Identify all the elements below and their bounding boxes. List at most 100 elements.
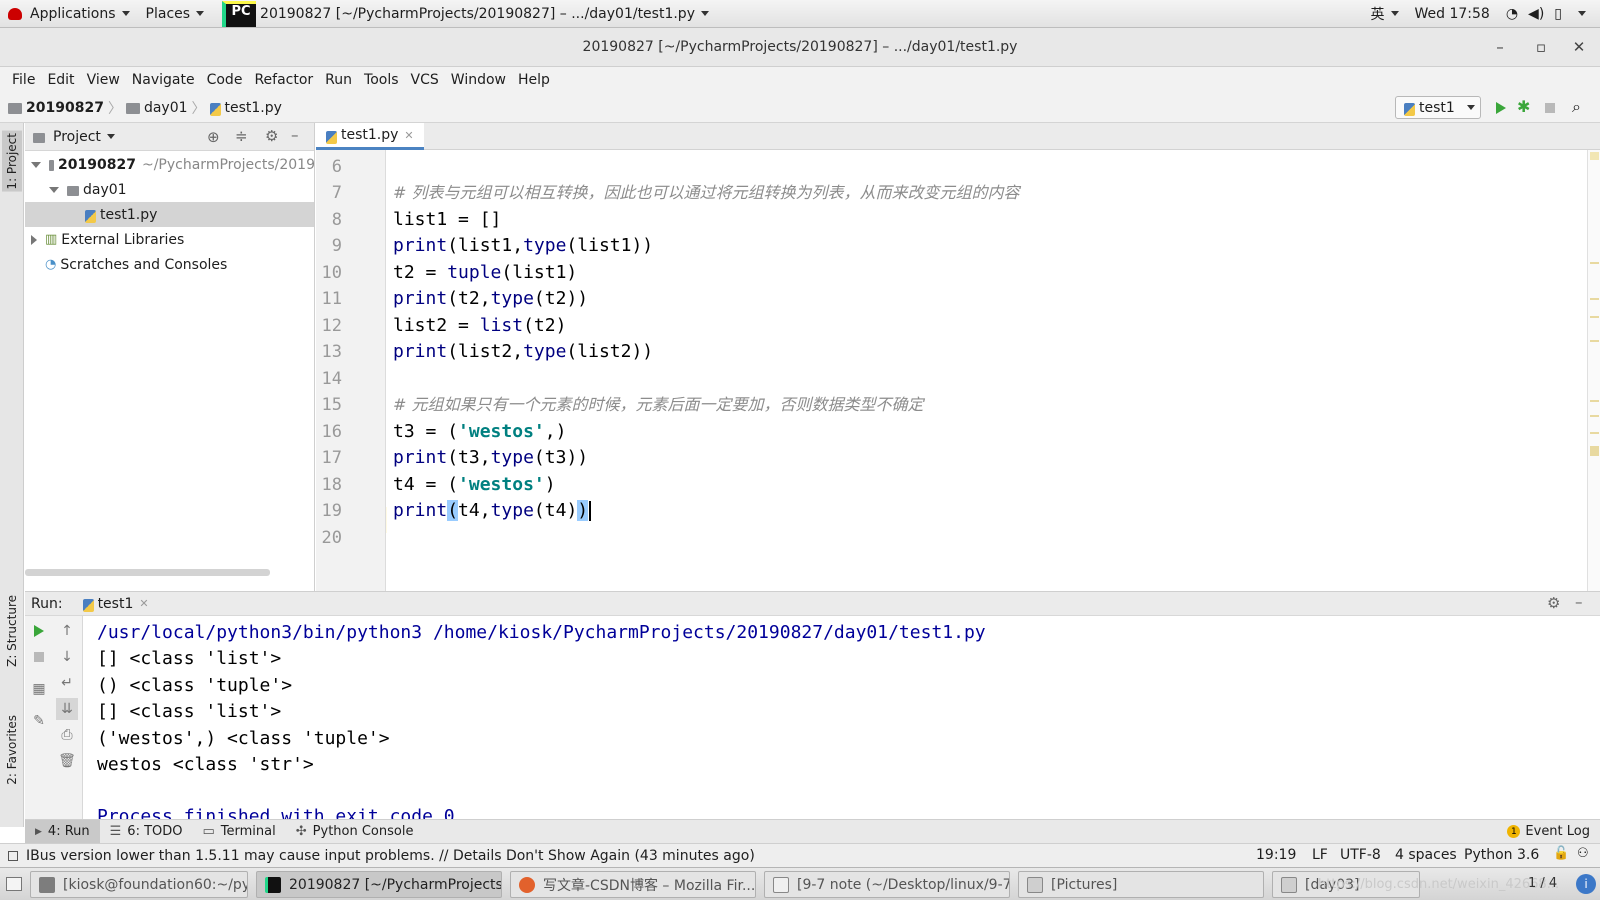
menu-file[interactable]: File xyxy=(6,72,41,88)
show-desktop-icon[interactable] xyxy=(6,877,22,891)
caret-position[interactable]: 19:19 xyxy=(1256,847,1296,863)
task-firefox[interactable]: 写文章-CSDN博客 – Mozilla Fir... xyxy=(510,871,756,898)
tool-tab-label: Event Log xyxy=(1525,824,1590,839)
search-icon: ⌕ xyxy=(1572,97,1581,116)
tree-item-external-libraries[interactable]: ▥ External Libraries xyxy=(25,227,314,252)
menu-vcs[interactable]: VCS xyxy=(405,72,445,88)
line-separator[interactable]: LF xyxy=(1312,847,1328,863)
tree-item-day01[interactable]: day01 xyxy=(25,177,314,202)
breadcrumb-project[interactable]: 20190827 xyxy=(26,100,104,116)
workspace-indicator[interactable]: 1 / 4 xyxy=(1528,876,1557,891)
menu-tools[interactable]: Tools xyxy=(358,72,405,88)
tool-tab-label: 6: TODO xyxy=(127,824,183,839)
code-text: t2 = tuple(list1) xyxy=(393,262,577,283)
maximize-button[interactable]: ▫ xyxy=(1530,36,1552,58)
builtin-token: print xyxy=(393,447,448,468)
breadcrumb-folder[interactable]: day01 xyxy=(144,100,188,116)
menu-navigate[interactable]: Navigate xyxy=(126,72,201,88)
breadcrumb-file[interactable]: test1.py xyxy=(225,100,282,116)
menu-edit[interactable]: Edit xyxy=(41,72,80,88)
gear-icon[interactable]: ⚙ xyxy=(1547,594,1560,612)
stop-button[interactable] xyxy=(1545,103,1555,113)
menu-window[interactable]: Window xyxy=(445,72,512,88)
menu-refactor[interactable]: Refactor xyxy=(248,72,319,88)
menu-run[interactable]: Run xyxy=(319,72,358,88)
project-view-select[interactable]: Project xyxy=(53,129,101,145)
tool-window-favorites[interactable]: 2: Favorites xyxy=(2,713,22,787)
code-token: ( xyxy=(566,341,578,362)
tool-tab-event-log[interactable]: 1 Event Log xyxy=(1497,820,1600,844)
tree-item-test1[interactable]: test1.py xyxy=(25,202,314,227)
layout-icon[interactable]: ▦ xyxy=(28,678,50,700)
code-line-11: print(t2,type(t2)) xyxy=(393,286,588,312)
window-title-bar: 20190827 [~/PycharmProjects/20190827] – … xyxy=(0,28,1600,67)
scroll-to-end-icon[interactable]: ⇊ xyxy=(56,698,78,720)
tool-tab-todo[interactable]: ☰ 6: TODO xyxy=(100,820,193,844)
close-button[interactable]: ✕ xyxy=(1568,36,1590,58)
tool-tab-run[interactable]: ▶ 4: Run xyxy=(25,819,100,844)
comment-text: # 列表与元组可以相互转换，因此也可以通过将元组转换为列表，从而来改变元组的内容 xyxy=(393,183,1020,202)
indent-setting[interactable]: 4 spaces xyxy=(1395,847,1457,863)
scroll-up-icon[interactable]: ↑ xyxy=(56,620,78,642)
tool-tab-terminal[interactable]: ▭ Terminal xyxy=(193,820,286,844)
run-console-output[interactable]: /usr/local/python3/bin/python3 /home/kio… xyxy=(84,616,1600,819)
line-number-gutter: 6 7 8 9 10 11 12 13 14 15 16 17 18 19 20 xyxy=(316,150,386,591)
soft-wrap-icon[interactable]: ↵ xyxy=(56,672,78,694)
code-token: list1 xyxy=(577,235,632,256)
menu-view[interactable]: View xyxy=(81,72,126,88)
inspection-indicator xyxy=(1590,152,1599,160)
file-encoding[interactable]: UTF-8 xyxy=(1340,847,1381,863)
close-tab-icon[interactable]: ✕ xyxy=(404,129,413,142)
menu-code[interactable]: Code xyxy=(201,72,249,88)
inspector-icon[interactable]: ⚇ xyxy=(1577,846,1589,861)
tool-tab-python-console[interactable]: ✣ Python Console xyxy=(286,820,424,844)
collapse-all-icon[interactable]: ≑ xyxy=(235,127,248,145)
locate-icon[interactable]: ⊕ xyxy=(207,128,220,146)
hide-icon[interactable]: – xyxy=(1575,593,1583,611)
chevron-down-icon[interactable] xyxy=(106,134,115,139)
tree-item-project-root[interactable]: 20190827 ~/PycharmProjects/2019 xyxy=(25,152,314,177)
notification-icon[interactable]: i xyxy=(1576,874,1596,894)
horizontal-scrollbar[interactable] xyxy=(25,569,270,576)
code-editor[interactable]: # 列表与元组可以相互转换，因此也可以通过将元组转换为列表，从而来改变元组的内容… xyxy=(387,150,1587,591)
close-tab-icon[interactable]: ✕ xyxy=(139,597,148,610)
code-text: print(list2,type(list2)) xyxy=(393,341,653,362)
menu-help[interactable]: Help xyxy=(512,72,556,88)
pin-icon[interactable]: ✎ xyxy=(28,710,50,732)
active-window-menu[interactable]: PC 20190827 [~/PycharmProjects/20190827]… xyxy=(212,0,717,28)
gear-icon[interactable]: ⚙ xyxy=(265,127,278,145)
run-tab[interactable]: test1 ✕ xyxy=(82,596,149,612)
print-icon[interactable]: ⎙ xyxy=(56,724,78,746)
watermark-text: https://blog.csdn.net/weixin_42668... xyxy=(1318,877,1560,892)
lock-icon[interactable]: 🔓 xyxy=(1553,846,1569,861)
code-line-17: print(t3,type(t3)) xyxy=(393,445,588,471)
task-gedit[interactable]: [9-7 note (~/Desktop/linux/9-7... xyxy=(764,871,1010,898)
clock[interactable]: Wed 17:58 xyxy=(1407,0,1498,28)
search-button[interactable]: ⌕ xyxy=(1572,97,1581,117)
debug-button[interactable]: ✱ xyxy=(1517,97,1530,116)
status-message[interactable]: IBus version lower than 1.5.11 may cause… xyxy=(26,848,755,864)
task-pictures[interactable]: [Pictures] xyxy=(1018,871,1264,898)
task-terminal[interactable]: [kiosk@foundation60:~/pychar... xyxy=(30,871,248,898)
error-stripe[interactable] xyxy=(1587,150,1600,591)
trash-icon[interactable]: 🗑 xyxy=(56,750,78,772)
scroll-down-icon[interactable]: ↓ xyxy=(56,646,78,668)
toggle-tool-buttons-icon[interactable] xyxy=(8,850,18,861)
interpreter[interactable]: Python 3.6 xyxy=(1464,847,1539,863)
status-menu[interactable]: ◔ ◀) ▯ xyxy=(1498,0,1600,28)
tool-window-project[interactable]: 1: Project xyxy=(2,131,22,192)
places-menu[interactable]: Places xyxy=(138,0,213,28)
run-configuration-select[interactable]: test1 xyxy=(1395,96,1481,119)
tool-window-structure[interactable]: Z: Structure xyxy=(2,593,22,669)
stop-button[interactable] xyxy=(28,646,50,668)
run-button[interactable] xyxy=(1496,102,1506,114)
input-method-menu[interactable]: 英 xyxy=(1363,0,1407,28)
python-icon: ✣ xyxy=(295,824,307,839)
rerun-button[interactable] xyxy=(28,620,50,642)
applications-menu[interactable]: Applications xyxy=(0,0,138,28)
hide-icon[interactable]: – xyxy=(291,126,299,144)
tree-item-scratches[interactable]: ◔ Scratches and Consoles xyxy=(25,252,314,277)
minimize-button[interactable]: – xyxy=(1489,36,1511,58)
tab-test1[interactable]: test1.py ✕ xyxy=(316,123,424,150)
task-pycharm[interactable]: 20190827 [~/PycharmProjects... xyxy=(256,871,502,898)
